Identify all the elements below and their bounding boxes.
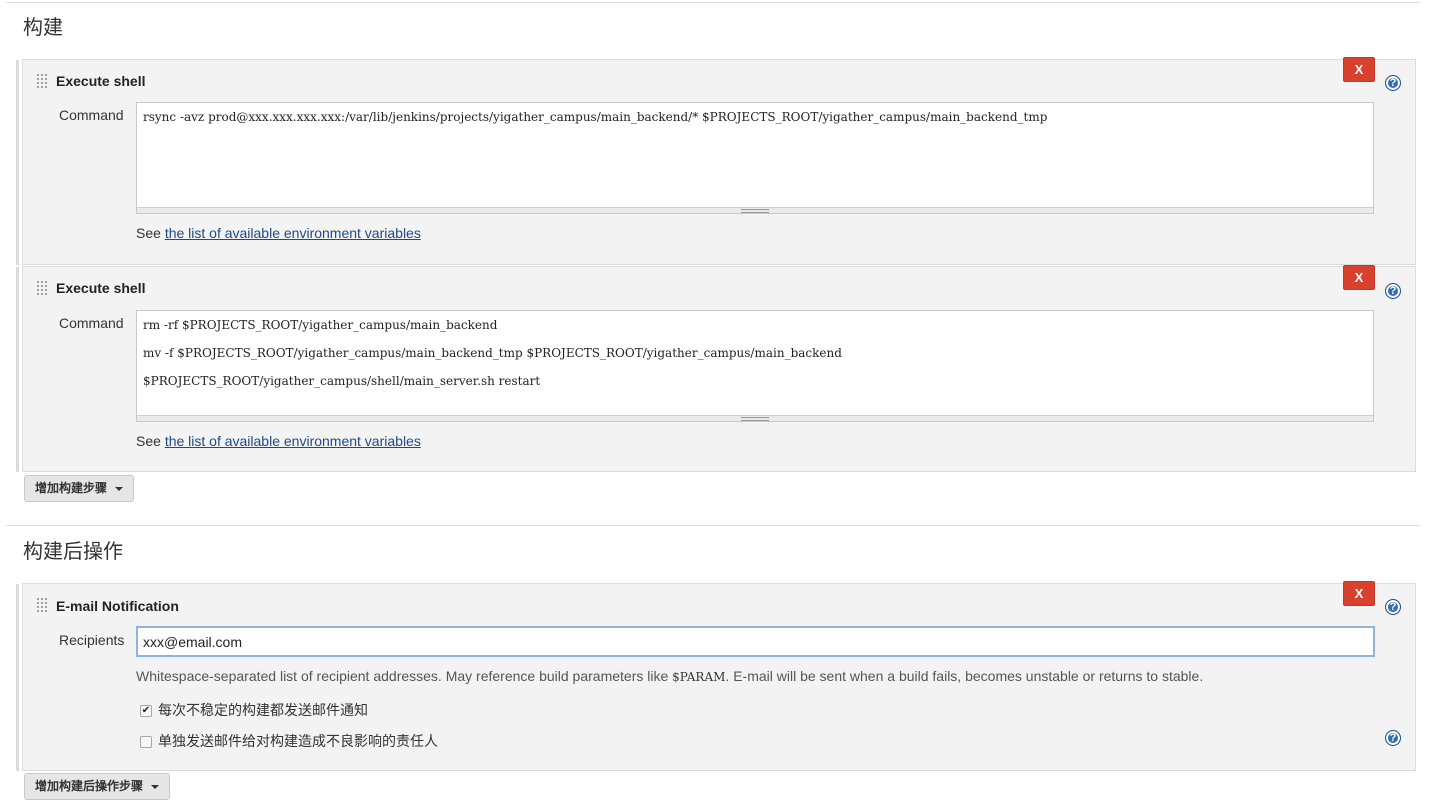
command-line: rm -rf $PROJECTS_ROOT/yigather_campus/ma…	[143, 318, 498, 332]
hint-param: $PARAM	[672, 670, 726, 684]
drag-handle-icon[interactable]	[36, 73, 48, 89]
drag-handle-icon[interactable]	[36, 280, 48, 296]
add-build-step-button[interactable]: 增加构建步骤	[24, 475, 135, 502]
command-textarea[interactable]: rm -rf $PROJECTS_ROOT/yigather_campus/ma…	[136, 310, 1374, 422]
add-post-build-step-label: 增加构建后操作步骤	[35, 779, 144, 793]
execute-shell-step-1: Execute shell X Command rsync -avz prod@…	[22, 57, 1416, 265]
hint-text: . E-mail will be sent when a build fails…	[725, 668, 1204, 684]
unstable-checkbox-label: 每次不稳定的构建都发送邮件通知	[158, 703, 368, 719]
command-line: $PROJECTS_ROOT/yigather_campus/shell/mai…	[143, 374, 541, 388]
command-line: rsync -avz prod@xxx.xxx.xxx.xxx:/var/lib…	[143, 110, 1048, 124]
delete-step-button[interactable]: X	[1343, 581, 1375, 606]
recipients-label: Recipients	[59, 632, 125, 648]
step-1-left-bar	[16, 60, 19, 265]
textarea-resize-grip[interactable]	[137, 207, 1373, 213]
help-icon[interactable]	[1385, 730, 1401, 746]
recipients-hint: Whitespace-separated list of recipient a…	[136, 668, 1203, 684]
culprits-checkbox[interactable]	[140, 736, 152, 748]
section-divider	[6, 525, 1420, 526]
env-vars-link[interactable]: the list of available environment variab…	[165, 225, 421, 241]
email-notification-step: E-mail Notification X Recipients xxx@ema…	[22, 581, 1416, 771]
delete-step-button[interactable]: X	[1343, 265, 1375, 290]
culprits-checkbox-label: 单独发送邮件给对构建造成不良影响的责任人	[158, 734, 438, 750]
see-prefix: See	[136, 433, 161, 449]
step-title: E-mail Notification	[56, 598, 179, 614]
recipients-input[interactable]: xxx@email.com	[136, 626, 1375, 657]
delete-step-button[interactable]: X	[1343, 57, 1375, 82]
drag-handle-icon[interactable]	[36, 597, 48, 613]
hint-text: Whitespace-separated list of recipient a…	[136, 668, 673, 684]
execute-shell-step-2: Execute shell X Command rm -rf $PROJECTS…	[22, 265, 1416, 472]
post-build-section-title: 构建后操作	[23, 539, 123, 563]
command-textarea[interactable]: rsync -avz prod@xxx.xxx.xxx.xxx:/var/lib…	[136, 102, 1374, 214]
top-divider	[6, 2, 1420, 3]
command-label: Command	[59, 315, 124, 331]
command-line: mv -f $PROJECTS_ROOT/yigather_campus/mai…	[143, 346, 842, 360]
build-section-title: 构建	[23, 15, 63, 39]
help-icon[interactable]	[1385, 599, 1401, 615]
env-vars-hint: See the list of available environment va…	[136, 433, 421, 449]
step-2-left-bar	[16, 267, 19, 472]
add-build-step-label: 增加构建步骤	[35, 481, 108, 495]
email-left-bar	[16, 584, 19, 771]
command-label: Command	[59, 107, 124, 123]
env-vars-link[interactable]: the list of available environment variab…	[165, 433, 421, 449]
step-title: Execute shell	[56, 73, 146, 89]
help-icon[interactable]	[1385, 283, 1401, 299]
textarea-resize-grip[interactable]	[137, 415, 1373, 421]
help-icon[interactable]	[1385, 75, 1401, 91]
chevron-down-icon	[115, 486, 124, 491]
add-post-build-step-button[interactable]: 增加构建后操作步骤	[24, 773, 171, 800]
env-vars-hint: See the list of available environment va…	[136, 225, 421, 241]
unstable-checkbox[interactable]: ✔	[140, 705, 152, 717]
chevron-down-icon	[151, 784, 160, 789]
see-prefix: See	[136, 225, 161, 241]
step-title: Execute shell	[56, 280, 146, 296]
